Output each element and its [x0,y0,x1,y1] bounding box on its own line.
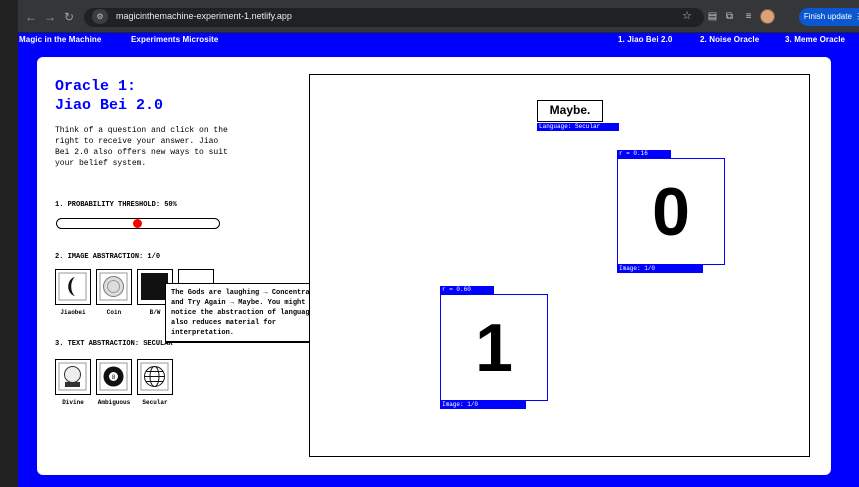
text-option-secular[interactable] [137,359,173,395]
image-option-caption: Coin [106,309,122,316]
reload-icon[interactable]: ↻ [62,10,76,24]
globe-icon [140,362,169,391]
window-edge [0,0,18,487]
brand-link[interactable]: Magic in the Machine [19,35,101,44]
text-option-caption: Secular [142,399,168,406]
page-title: Oracle 1: Jiao Bei 2.0 [55,77,163,115]
nav-link-noise-oracle[interactable]: 2. Noise Oracle [700,35,759,44]
site-settings-icon[interactable]: ⚙ [92,9,108,24]
reader-icon[interactable]: ▤ [707,11,718,22]
crystal-ball-icon [58,362,87,391]
answer-box: Maybe. [537,100,603,122]
result-block: 0 [617,158,725,265]
r-value-tag: r = 0.60 [440,286,494,294]
image-tag: Image: 1/0 [617,265,703,273]
answer-language-tag: Language: Secular [537,123,619,131]
magic-8-ball-icon: 8 [99,362,128,391]
title-line-2: Jiao Bei 2.0 [55,97,164,114]
r-value-tag: r = 0.16 [617,150,671,158]
result-block: 1 [440,294,548,401]
text-option-ambiguous[interactable]: 8 [96,359,132,395]
oracle-canvas[interactable]: Maybe. Language: Secular r = 0.16 0 Imag… [309,74,810,457]
nav-link-meme-oracle[interactable]: 3. Meme Oracle [785,35,845,44]
coin-icon [99,272,128,301]
text-option-divine[interactable] [55,359,91,395]
slider-thumb[interactable] [133,219,142,228]
intro-text: Think of a question and click on the rig… [55,126,228,168]
bookmark-star-icon[interactable]: ☆ [682,9,692,22]
media-icon[interactable]: ≡ [743,11,754,22]
finish-update-label: Finish update [803,12,852,21]
text-option-caption: Ambiguous [97,399,131,406]
finish-update-button[interactable]: Finish update ⋮ [799,8,859,26]
moon-block-icon [58,272,87,301]
oracle-card: Oracle 1: Jiao Bei 2.0 Think of a questi… [37,57,831,475]
image-abstraction-label: 2. IMAGE ABSTRACTION: 1/0 [55,253,161,261]
image-option-jiaobei[interactable] [55,269,91,305]
image-option-caption: Jiaobei [60,309,86,316]
browser-toolbar: ← → ↻ ⚙ magicinthemachine-experiment-1.n… [18,0,859,33]
extensions-icon[interactable]: ⧉ [724,11,735,22]
result-digit: 0 [652,174,690,250]
page: Magic in the Machine Experiments Microsi… [18,33,859,487]
image-tag: Image: 1/0 [440,401,526,409]
hint-tooltip: The Gods are laughing → Concentrate and … [165,283,328,342]
url-text[interactable]: magicinthemachine-experiment-1.netlify.a… [116,11,292,21]
forward-arrow-icon[interactable]: → [43,10,57,24]
text-option-caption: Divine [62,399,84,406]
back-arrow-icon[interactable]: ← [24,10,38,24]
profile-avatar[interactable] [760,9,775,24]
title-line-1: Oracle 1: [55,78,137,95]
site-nav: Magic in the Machine Experiments Microsi… [18,33,859,47]
nav-link-jiao-bei[interactable]: 1. Jiao Bei 2.0 [618,35,672,44]
text-abstraction-label: 3. TEXT ABSTRACTION: SECULAR [55,340,173,348]
microsite-link[interactable]: Experiments Microsite [131,35,218,44]
image-option-coin[interactable] [96,269,132,305]
probability-label: 1. PROBABILITY THRESHOLD: 50% [55,201,177,209]
result-digit: 1 [475,310,513,386]
